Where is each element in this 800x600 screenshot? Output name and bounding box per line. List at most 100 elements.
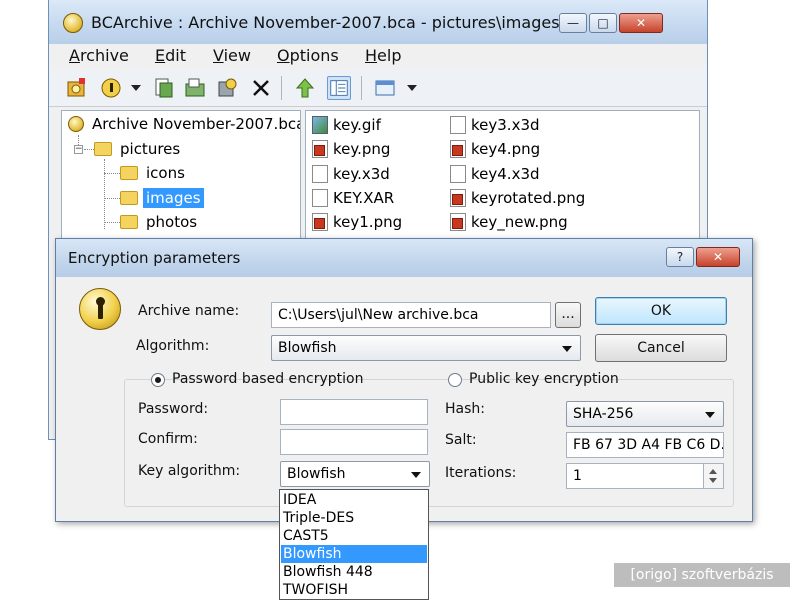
menu-options-accel: O <box>277 46 290 65</box>
tree-node-photos[interactable]: photos <box>120 213 200 231</box>
archive-name-input[interactable]: C:\Users\jul\New archive.bca <box>271 302 551 328</box>
menu-help[interactable]: Help <box>365 46 401 65</box>
password-encryption-radio[interactable] <box>151 373 165 387</box>
public-key-encryption-radio[interactable] <box>448 373 462 387</box>
minimize-button[interactable]: — <box>559 13 587 33</box>
maximize-button[interactable]: □ <box>589 13 617 33</box>
browse-button[interactable]: ... <box>555 302 581 328</box>
menu-help-accel: H <box>365 46 378 65</box>
file-name: key4.png <box>471 140 541 158</box>
folder-icon <box>120 191 138 205</box>
png-file-icon <box>312 213 328 231</box>
help-button[interactable]: ? <box>666 247 694 267</box>
open-archive-icon[interactable] <box>99 76 123 100</box>
key-algorithm-dropdown[interactable]: IDEA Triple-DES CAST5 Blowfish Blowfish … <box>279 489 429 600</box>
dropdown-option[interactable]: Triple-DES <box>281 509 427 527</box>
toolbar-separator <box>281 76 282 100</box>
menu-bar: Archive Edit View Options Help <box>49 44 707 70</box>
delete-icon[interactable] <box>249 76 273 100</box>
menu-archive[interactable]: Archive <box>69 46 129 65</box>
dropdown-option[interactable]: IDEA <box>281 491 427 509</box>
document-file-icon <box>450 165 466 183</box>
menu-view-accel: V <box>213 46 224 65</box>
file-name: key.png <box>333 140 391 158</box>
password-encryption-label[interactable]: Password based encryption <box>172 371 363 387</box>
key-algorithm-value: Blowfish <box>287 466 346 482</box>
up-folder-icon[interactable] <box>293 76 317 100</box>
hash-select[interactable]: SHA-256 <box>566 401 724 427</box>
dropdown-option[interactable]: TWOFISH <box>281 581 427 599</box>
key-icon <box>79 288 121 330</box>
new-archive-icon[interactable] <box>65 76 89 100</box>
menu-view[interactable]: View <box>213 46 251 65</box>
document-file-icon <box>450 116 466 134</box>
cancel-button[interactable]: Cancel <box>595 334 727 362</box>
tree-node-label: photos <box>146 213 198 231</box>
collapse-icon[interactable]: − <box>74 145 83 154</box>
spin-down-icon[interactable] <box>709 478 717 483</box>
iterations-spinner[interactable] <box>704 463 724 489</box>
tree-line <box>104 173 120 174</box>
salt-input[interactable]: FB 67 3D A4 FB C6 D. <box>566 432 724 458</box>
confirm-input[interactable] <box>280 429 428 455</box>
file-item[interactable]: key.png <box>312 140 390 158</box>
file-item[interactable]: key3.x3d <box>450 116 540 134</box>
encryption-dialog: Encryption parameters ? ✕ Archive name: … <box>55 238 753 522</box>
iterations-input[interactable]: 1 <box>566 463 704 489</box>
password-input[interactable] <box>280 399 428 425</box>
file-item[interactable]: key.x3d <box>312 165 390 183</box>
view-mode-dropdown-icon[interactable] <box>407 85 417 91</box>
tree-node-label: pictures <box>120 140 181 158</box>
folder-tree[interactable]: Archive November-2007.bca − pictures ico… <box>61 110 301 240</box>
tree-node-archive[interactable]: Archive November-2007.bca <box>68 115 300 133</box>
hash-value: SHA-256 <box>573 406 634 422</box>
archive-icon <box>68 116 84 132</box>
extract-icon[interactable] <box>183 76 207 100</box>
chevron-down-icon <box>411 472 421 478</box>
file-item[interactable]: key4.png <box>450 140 540 158</box>
file-item[interactable]: key4.x3d <box>450 165 540 183</box>
menu-options-rest: ptions <box>289 46 339 65</box>
algorithm-select[interactable]: Blowfish <box>271 335 581 361</box>
tree-node-pictures[interactable]: pictures <box>94 140 183 158</box>
menu-edit[interactable]: Edit <box>155 46 186 65</box>
tree-node-label: icons <box>146 164 185 182</box>
file-item[interactable]: key_new.png <box>450 213 568 231</box>
open-archive-dropdown-icon[interactable] <box>131 85 141 91</box>
dialog-close-button[interactable]: ✕ <box>696 247 740 267</box>
archive-name-label: Archive name: <box>138 303 240 319</box>
spin-up-icon[interactable] <box>709 469 717 474</box>
key-algorithm-select[interactable]: Blowfish <box>280 461 430 487</box>
dialog-title-bar[interactable]: Encryption parameters ? ✕ <box>56 239 752 277</box>
file-name: key1.png <box>333 213 403 231</box>
ok-button[interactable]: OK <box>595 297 727 325</box>
tree-node-icons[interactable]: icons <box>120 164 188 182</box>
view-mode-icon[interactable] <box>373 76 397 100</box>
encrypt-icon[interactable] <box>215 76 239 100</box>
file-list[interactable]: key.gif key.png key.x3d KEY.XAR key1.png… <box>305 110 700 240</box>
title-bar[interactable]: BCArchive : Archive November-2007.bca - … <box>49 0 707 44</box>
add-files-icon[interactable] <box>151 76 175 100</box>
menu-options[interactable]: Options <box>277 46 339 65</box>
file-name: key.x3d <box>333 165 390 183</box>
folder-icon <box>94 142 112 156</box>
png-file-icon <box>450 189 466 207</box>
dropdown-option[interactable]: CAST5 <box>281 527 427 545</box>
file-item[interactable]: KEY.XAR <box>312 189 394 207</box>
confirm-label: Confirm: <box>138 431 198 447</box>
toolbar-separator <box>361 76 362 100</box>
toolbar <box>49 70 707 107</box>
close-button[interactable]: ✕ <box>619 13 663 33</box>
tree-view-icon[interactable] <box>327 76 351 100</box>
tree-line <box>84 149 94 150</box>
window-title: BCArchive : Archive November-2007.bca - … <box>91 13 560 32</box>
dropdown-option-selected[interactable]: Blowfish <box>281 545 427 563</box>
dropdown-option[interactable]: Blowfish 448 <box>281 563 427 581</box>
document-file-icon <box>312 189 328 207</box>
file-item[interactable]: key1.png <box>312 213 402 231</box>
tree-node-images[interactable]: images <box>120 188 204 208</box>
public-key-encryption-label[interactable]: Public key encryption <box>469 371 619 387</box>
file-item[interactable]: keyrotated.png <box>450 189 585 207</box>
file-name: key4.x3d <box>471 165 540 183</box>
file-item[interactable]: key.gif <box>312 116 381 134</box>
